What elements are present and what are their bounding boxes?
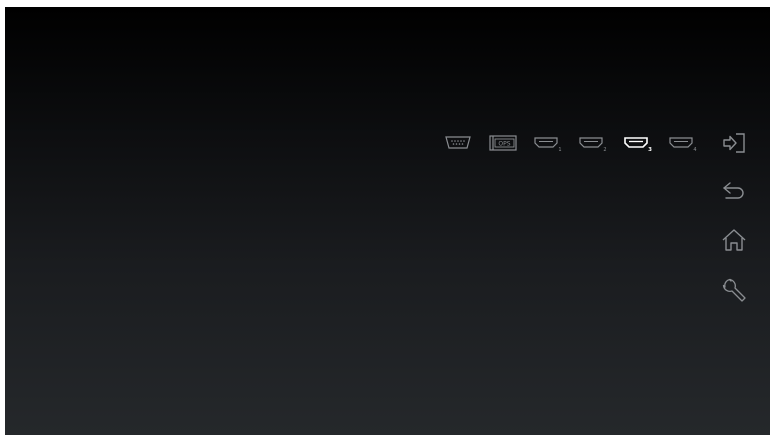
ops-slot-icon: OPS (489, 135, 517, 151)
settings-button[interactable] (714, 275, 754, 305)
source-hdmi-3-button[interactable]: 3 (623, 128, 653, 158)
home-icon (722, 229, 746, 251)
hdmi-1-number: 1 (558, 147, 561, 152)
hdmi-3-number: 3 (648, 147, 652, 152)
hdmi-port-icon: 1 (534, 137, 562, 152)
ops-label: OPS (498, 141, 510, 148)
hdmi-2-number: 2 (603, 147, 606, 152)
hdmi-4-number: 4 (693, 147, 696, 152)
source-hdmi-2-button[interactable]: 2 (578, 128, 608, 158)
back-button[interactable] (714, 175, 754, 205)
side-button-column (714, 125, 754, 325)
hdmi-port-icon: 2 (579, 137, 607, 152)
source-hdmi-1-button[interactable]: 1 (533, 128, 563, 158)
back-arrow-icon (723, 182, 744, 199)
screen-background: OPS 1 2 3 4 (5, 7, 770, 435)
hdmi-port-icon: 4 (669, 137, 697, 152)
input-source-bar: OPS 1 2 3 4 (443, 125, 698, 161)
home-button[interactable] (714, 225, 754, 255)
source-hdmi-4-button[interactable]: 4 (668, 128, 698, 158)
input-source-icon (723, 133, 745, 153)
source-ops-button[interactable]: OPS (488, 128, 518, 158)
vga-port-icon (445, 136, 471, 149)
wrench-icon (722, 278, 746, 302)
hdmi-port-icon: 3 (624, 137, 652, 152)
input-source-button[interactable] (714, 125, 754, 161)
source-vga-button[interactable] (443, 128, 473, 158)
